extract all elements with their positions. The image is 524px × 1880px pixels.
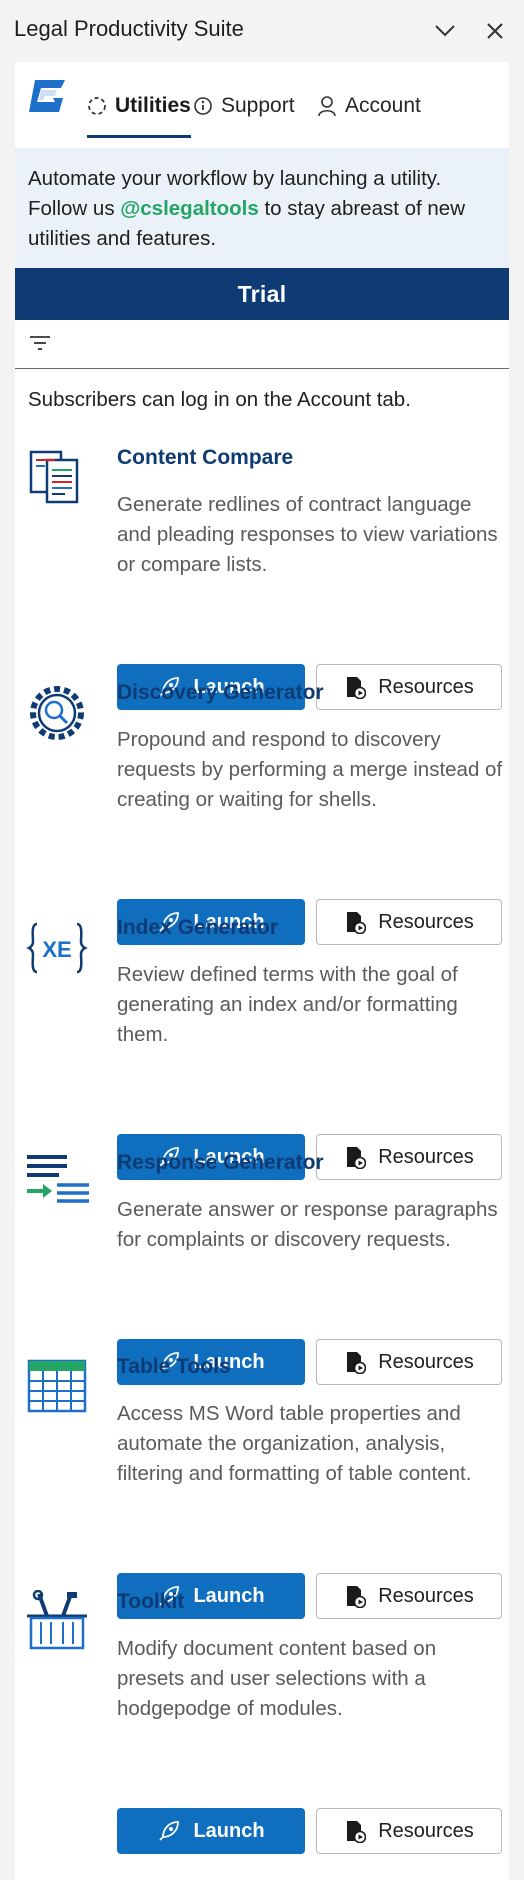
resources-label: Resources bbox=[378, 1819, 474, 1842]
utility-name: Discovery Generator bbox=[117, 681, 324, 704]
compare-docs-icon bbox=[25, 446, 89, 510]
person-icon bbox=[317, 95, 337, 117]
xe-icon-text: XE bbox=[42, 937, 71, 962]
table-icon bbox=[25, 1355, 89, 1419]
xe-field-icon: XE bbox=[25, 916, 89, 980]
toolbox-icon bbox=[25, 1589, 89, 1654]
social-handle-link[interactable]: @cslegaltools bbox=[120, 197, 258, 220]
resources-button[interactable]: Resources bbox=[316, 1339, 502, 1385]
utility-name: Content Compare bbox=[117, 446, 294, 469]
utility-name: Toolkit bbox=[117, 1590, 185, 1613]
tab-label: Account bbox=[345, 94, 421, 117]
filter-bar bbox=[15, 320, 509, 369]
chevron-down-icon[interactable] bbox=[428, 14, 462, 48]
resources-button[interactable]: Resources bbox=[316, 899, 502, 945]
tab-label: Utilities bbox=[115, 94, 191, 117]
document-play-icon bbox=[344, 675, 367, 699]
resources-label: Resources bbox=[378, 1350, 474, 1373]
document-play-icon bbox=[344, 1584, 367, 1608]
tab-bar: Utilities Support Account bbox=[15, 62, 509, 148]
tab-label: Support bbox=[221, 94, 295, 117]
intro-text: Automate your workflow by launching a ut… bbox=[28, 164, 498, 254]
resources-label: Resources bbox=[378, 910, 474, 933]
utilities-pane: Utilities Support Account Automate your … bbox=[15, 62, 509, 1880]
resources-button[interactable]: Resources bbox=[316, 1134, 502, 1180]
utility-description: Access MS Word table properties and auto… bbox=[117, 1402, 472, 1485]
close-icon[interactable] bbox=[478, 14, 512, 48]
gear-search-icon bbox=[25, 681, 89, 745]
resources-label: Resources bbox=[378, 1145, 474, 1168]
resources-label: Resources bbox=[378, 1584, 474, 1607]
utility-description: Generate redlines of contract language a… bbox=[117, 493, 498, 576]
utility-name: Response Generator bbox=[117, 1151, 324, 1174]
utility-description: Modify document content based on presets… bbox=[117, 1637, 437, 1720]
document-play-icon bbox=[344, 1350, 367, 1374]
launch-button[interactable]: Launch bbox=[117, 1808, 305, 1854]
spinner-icon bbox=[87, 96, 107, 116]
cs-logo-icon bbox=[27, 76, 67, 116]
window-title: Legal Productivity Suite bbox=[14, 16, 244, 41]
task-pane-frame: Legal Productivity Suite Utilities Suppo… bbox=[0, 0, 524, 1880]
response-lines-icon bbox=[25, 1151, 89, 1215]
resources-button[interactable]: Resources bbox=[316, 1808, 502, 1854]
tab-account[interactable]: Account bbox=[317, 80, 421, 132]
resources-label: Resources bbox=[378, 675, 474, 698]
launch-label: Launch bbox=[193, 1584, 265, 1607]
subscriber-note: Subscribers can log in on the Account ta… bbox=[28, 388, 411, 411]
document-play-icon bbox=[344, 1819, 367, 1843]
resources-button[interactable]: Resources bbox=[316, 1573, 502, 1619]
document-play-icon bbox=[344, 1145, 367, 1169]
title-bar: Legal Productivity Suite bbox=[0, 0, 524, 62]
tab-utilities[interactable]: Utilities bbox=[87, 80, 191, 138]
tab-support[interactable]: Support bbox=[193, 80, 295, 132]
utility-name: Table Tools bbox=[117, 1355, 231, 1378]
document-play-icon bbox=[344, 910, 367, 934]
utility-name: Index Generator bbox=[117, 916, 279, 939]
utility-description: Review defined terms with the goal of ge… bbox=[117, 963, 458, 1046]
utility-description: Generate answer or response paragraphs f… bbox=[117, 1198, 498, 1251]
utility-description: Propound and respond to discovery reques… bbox=[117, 728, 503, 811]
rocket-icon bbox=[157, 1819, 181, 1843]
plan-status-bar: Trial bbox=[15, 268, 509, 320]
filter-icon[interactable] bbox=[29, 334, 51, 357]
info-icon bbox=[193, 96, 213, 116]
intro-banner: Automate your workflow by launching a ut… bbox=[15, 148, 509, 268]
resources-button[interactable]: Resources bbox=[316, 664, 502, 710]
launch-label: Launch bbox=[193, 1819, 265, 1842]
